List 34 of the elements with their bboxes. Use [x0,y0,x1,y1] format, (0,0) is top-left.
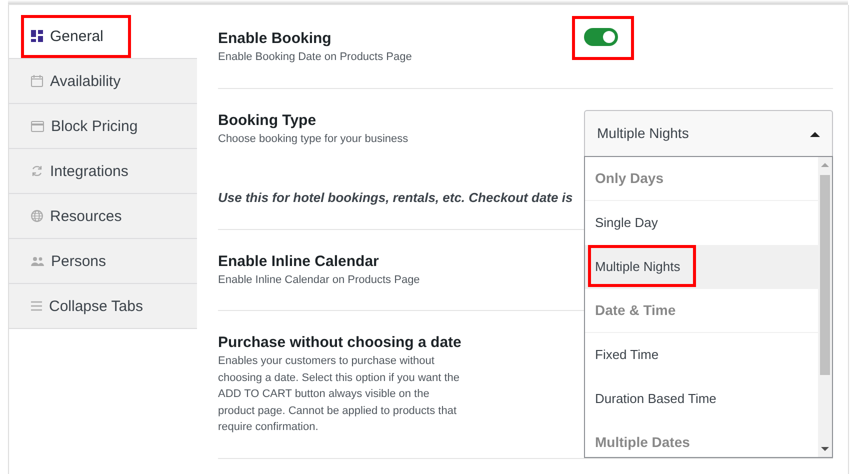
scrollbar[interactable] [818,156,832,456]
setting-title: Booking Type [218,110,316,130]
setting-title: Enable Inline Calendar [218,252,379,272]
booking-type-select[interactable]: Multiple Nights [584,110,833,156]
list-icon [31,301,42,311]
sidebar-tab[interactable]: General [9,14,197,59]
dropdown-option[interactable]: Fixed Time [585,332,818,376]
setting-description: Enable Inline Calendar on Products Page [218,272,421,288]
setting-description: Enables your customers to purchase without choosing a date. Select this option if you want the ADD TO CART button always visible on the product page. Cannot be applied to products that require confirmation. [218,354,460,435]
grid-icon [31,30,43,42]
setting-title: Purchase without choosing a date [218,333,462,353]
sidebar-tab[interactable]: Block Pricing [9,104,197,149]
sidebar-tab[interactable]: Collapse Tabs [9,284,197,329]
sidebar-tab[interactable]: Resources [9,194,197,239]
setting-note: Use this for hotel bookings, rentals, etc. Checkout date is [218,190,573,206]
dropdown-option[interactable]: Multiple Nights [585,244,818,288]
scroll-down-icon[interactable] [821,446,829,450]
scroll-up-icon[interactable] [821,162,829,166]
sync-icon [31,165,43,177]
setting-title: Enable Booking [218,29,332,49]
globe-icon [31,210,43,222]
setting-description: Enable Booking Date on Products Page [218,50,413,65]
caret-icon [810,132,820,136]
sidebar-tab[interactable]: Integrations [9,149,197,194]
sidebar-tab[interactable]: Availability [9,59,197,104]
scrollbar-thumb[interactable] [820,174,830,374]
dropdown-option[interactable]: Single Day [585,200,818,244]
setting-description: Choose booking type for your business [218,132,410,146]
calendar-icon [31,75,43,87]
card-icon [31,120,44,132]
dropdown-option[interactable]: Duration Based Time [585,376,818,420]
toggle-switch[interactable] [584,28,618,46]
people-icon [31,256,44,266]
sidebar-tab[interactable]: Persons [9,239,197,284]
